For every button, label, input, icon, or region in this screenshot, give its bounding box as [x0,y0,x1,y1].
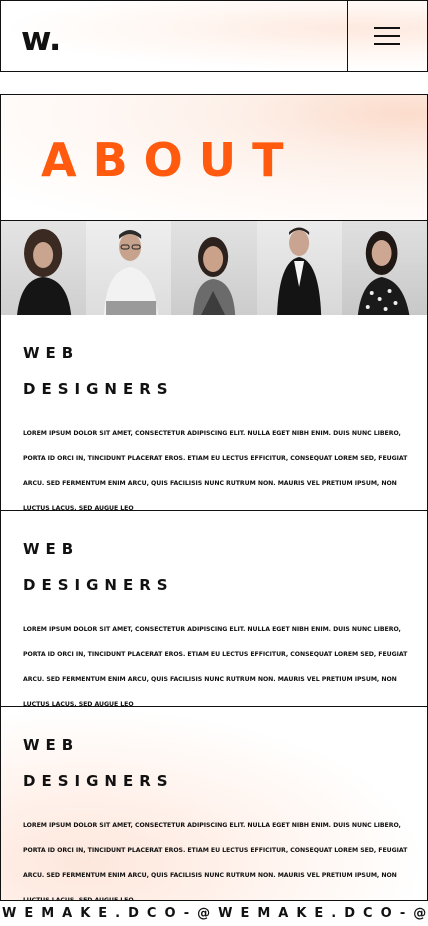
team-photo [1,221,87,315]
menu-button[interactable] [347,1,427,71]
section-title-line2: DESIGNERS [23,380,174,398]
section-title-line1: WEB [23,540,80,558]
footer-marquee: WEMAKE.DCO-@WEMAKE.DCO-@ [0,900,428,926]
portrait-woman-dark-hair [357,231,410,315]
services-section: WEB DESIGNERS Lorem ipsum dolor sit amet… [1,511,427,708]
section-title-line1: WEB [23,736,80,754]
section-title-line2: DESIGNERS [23,772,174,790]
team-photo [256,221,342,315]
logo[interactable]: w. [21,19,61,58]
section-body: Lorem ipsum dolor sit amet, consectetur … [23,626,408,708]
section-title-line1: WEB [23,344,80,362]
section-title-line2: DESIGNERS [23,576,174,594]
page-title: ABOUT [41,133,300,187]
portrait-woman-curly-hair [17,229,72,315]
team-photo [341,221,427,315]
section-body: Lorem ipsum dolor sit amet, consectetur … [23,430,408,512]
about-panel: ABOUT WEB DESIGNERS LOREM IPSUM DOLOR SI… [0,94,428,900]
team-photo [86,221,172,315]
about-page: w. ABOUT WEB DESIGNERS LOREM IPSUM DOLOR… [0,0,428,926]
site-header: w. [0,0,428,72]
portrait-woman-laughing [193,237,236,315]
section-body: Lorem ipsum dolor sit amet, consectetur … [23,822,408,900]
services-section: WEB DESIGNERS Lorem ipsum dolor sit amet… [1,707,427,900]
team-photo [171,221,257,315]
portrait-man-suit [276,227,321,315]
hero: ABOUT [1,95,427,221]
services-section: WEB DESIGNERS Lorem ipsum dolor sit amet… [1,315,427,512]
team-photo-strip [1,221,427,315]
hamburger-icon [374,27,400,29]
marquee-text[interactable]: WEMAKE.DCO-@WEMAKE.DCO-@ [2,906,428,921]
portrait-man-glasses [104,230,159,315]
